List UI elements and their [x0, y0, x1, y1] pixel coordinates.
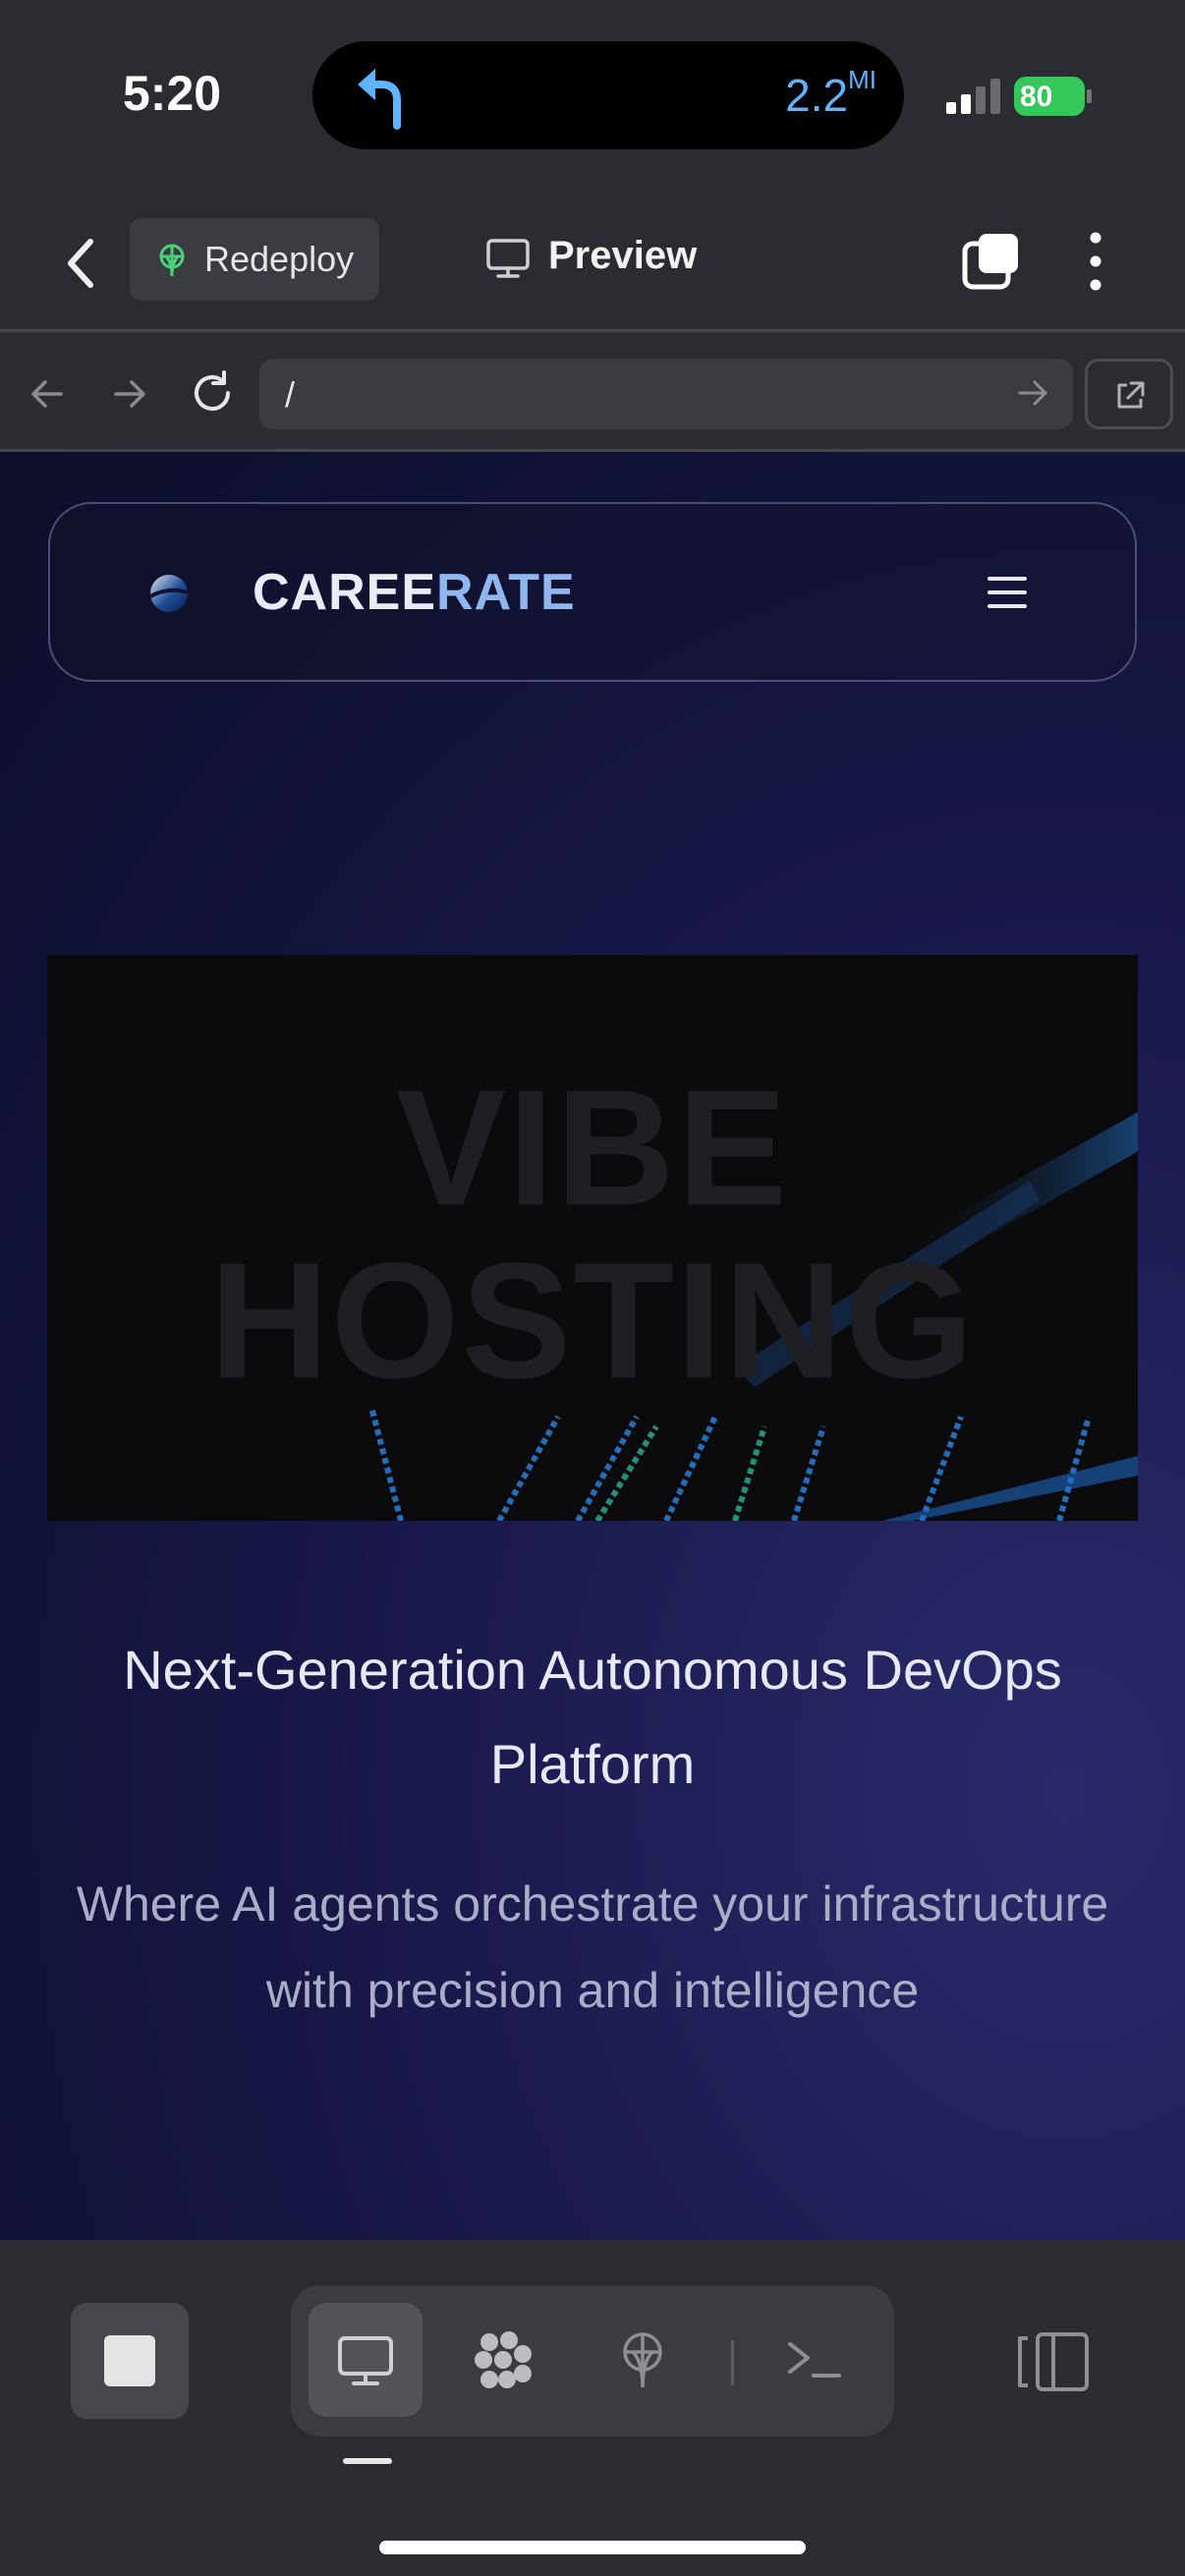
hero-banner: VIBE HOSTING — [47, 955, 1138, 1521]
hero-subheadline: Where AI agents orchestrate your infrast… — [76, 1876, 1109, 2018]
home-indicator[interactable] — [379, 2541, 806, 2554]
status-bar: 5:20 2.2MI 80 — [0, 0, 1185, 196]
agents-icon — [475, 2331, 532, 2388]
browser-bar: / — [0, 335, 1185, 452]
turn-left-icon — [358, 69, 401, 130]
preview-label: Preview — [548, 234, 698, 277]
monitor-icon — [486, 239, 530, 278]
hamburger-menu-icon[interactable] — [986, 573, 1029, 612]
side-panel-icon[interactable] — [1014, 2330, 1095, 2393]
mode-separator — [731, 2340, 734, 2385]
battery-icon: 80 — [1014, 77, 1093, 116]
deploy-mode-button[interactable] — [586, 2303, 700, 2417]
terminal-icon — [788, 2342, 841, 2378]
monitor-icon — [338, 2336, 393, 2385]
reload-icon[interactable] — [189, 369, 236, 417]
deploy-icon — [159, 244, 185, 277]
arrow-left-icon[interactable] — [28, 374, 67, 414]
agents-mode-button[interactable] — [446, 2303, 560, 2417]
terminal-mode-button[interactable] — [757, 2303, 871, 2417]
status-time: 5:20 — [123, 66, 222, 121]
redeploy-button[interactable]: Redeploy — [130, 218, 379, 301]
redeploy-label: Redeploy — [204, 239, 355, 279]
app-header: Redeploy Preview — [0, 196, 1185, 332]
battery-percent: 80 — [1020, 81, 1053, 113]
tabs-icon[interactable] — [961, 230, 1022, 291]
deploy-icon — [623, 2332, 662, 2388]
arrow-right-icon[interactable] — [110, 374, 149, 414]
hero-title: VIBE HOSTING — [209, 1055, 976, 1413]
nav-distance: 2.2MI — [785, 65, 876, 121]
more-vertical-icon[interactable] — [1081, 226, 1110, 297]
active-mode-indicator — [343, 2458, 392, 2464]
stop-icon — [104, 2335, 155, 2386]
hero-headline: Next-Generation Autonomous DevOps Platfo… — [123, 1639, 1062, 1795]
go-arrow-icon[interactable] — [1016, 376, 1049, 410]
view-mode-switcher — [291, 2285, 894, 2436]
cellular-signal-icon — [946, 79, 1000, 114]
bottom-toolbar — [0, 2240, 1185, 2576]
site-navbar: CAREERATE — [48, 502, 1137, 682]
url-input[interactable]: / — [259, 359, 1073, 429]
brand-name[interactable]: CAREERATE — [253, 563, 576, 622]
monitor-mode-button[interactable] — [309, 2303, 423, 2417]
chevron-left-icon[interactable] — [57, 232, 106, 295]
brand-logo-icon[interactable] — [148, 573, 190, 614]
url-text: / — [285, 374, 296, 415]
external-link-icon — [1117, 381, 1145, 409]
open-external-button[interactable] — [1085, 359, 1173, 429]
navigation-live-activity[interactable]: 2.2MI — [312, 41, 904, 149]
stop-button[interactable] — [71, 2303, 189, 2419]
preview-webpage: CAREERATE VIBE HOSTING Next-Generation A… — [0, 452, 1185, 2240]
